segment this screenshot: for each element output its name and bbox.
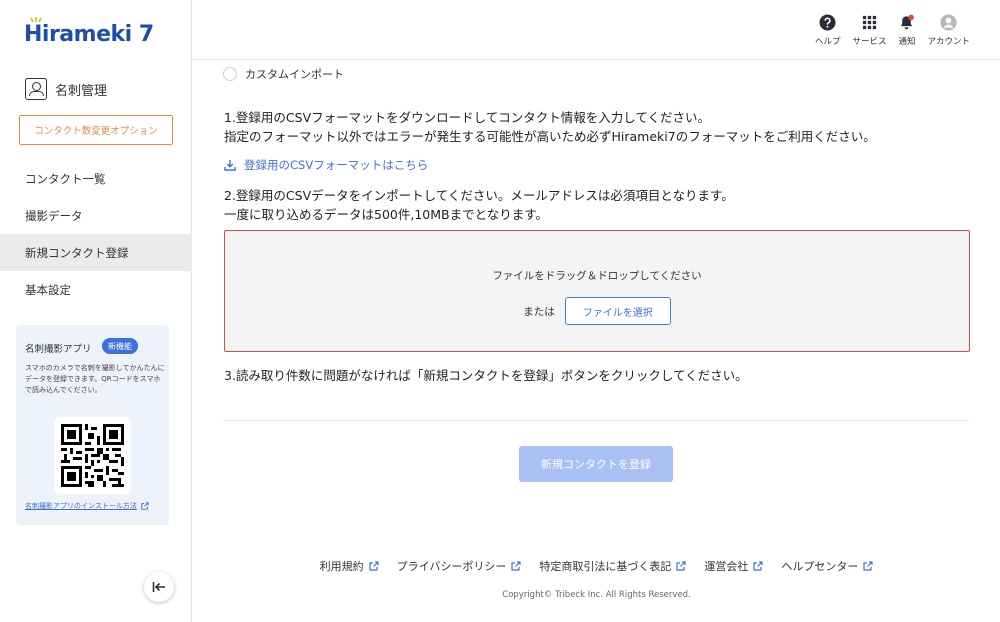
promo-title: 名刺撮影アプリ xyxy=(25,344,92,355)
app-promo-card: 名刺撮影アプリ 新機能 スマホのカメラで名刺を撮影してかんたんにデータを登録でき… xyxy=(16,325,169,525)
app: Hirameki 7 名刺管理 コンタクト数変更オプション コンタクト一覧 撮影… xyxy=(0,0,1000,622)
footer-link-help-center-label: ヘルプセンター xyxy=(781,560,859,573)
external-link-icon xyxy=(511,561,521,571)
csv-format-download-label: 登録用のCSVフォーマットはこちら xyxy=(244,158,429,172)
step2-instruction: 2.登録用のCSVデータをインポートしてください。メールアドレスは必須項目となり… xyxy=(224,188,734,203)
collapse-left-icon xyxy=(152,582,165,592)
external-link-icon xyxy=(863,561,873,571)
divider xyxy=(223,420,969,421)
footer-links: 利用規約 プライバシーポリシー 特定商取引法に基づく表記 運営会社 ヘルプセンタ… xyxy=(193,558,1000,574)
step2-note: 一度に取り込めるデータは500件,10MBまでとなります。 xyxy=(224,207,548,222)
select-file-button[interactable]: ファイルを選択 xyxy=(564,297,671,325)
module-label: 名刺管理 xyxy=(55,83,108,99)
promo-install-link[interactable]: 名刺撮影アプリのインストール方法 xyxy=(25,501,149,511)
sidebar-item-scan-data[interactable]: 撮影データ xyxy=(0,197,192,234)
sidebar: Hirameki 7 名刺管理 コンタクト数変更オプション コンタクト一覧 撮影… xyxy=(0,0,192,622)
custom-import-label: カスタムインポート xyxy=(245,68,344,81)
external-link-icon xyxy=(141,502,149,510)
footer-link-commerce-law[interactable]: 特定商取引法に基づく表記 xyxy=(539,558,686,574)
custom-import-option[interactable]: カスタムインポート xyxy=(223,66,344,82)
external-link-icon xyxy=(676,561,686,571)
account-icon xyxy=(940,14,957,31)
contact-option-button[interactable]: コンタクト数変更オプション xyxy=(19,115,173,145)
footer-link-privacy-label: プライバシーポリシー xyxy=(396,560,507,573)
footer-link-company[interactable]: 運営会社 xyxy=(704,558,763,574)
help-icon xyxy=(819,14,836,31)
sidebar-nav: コンタクト一覧 撮影データ 新規コンタクト登録 基本設定 xyxy=(0,160,192,308)
register-contact-button[interactable]: 新規コンタクトを登録 xyxy=(519,446,673,482)
services-label: サービス xyxy=(852,37,887,47)
brand-logo[interactable]: Hirameki 7 xyxy=(24,17,154,47)
module-header: 名刺管理 xyxy=(25,78,107,100)
step1-instruction: 1.登録用のCSVフォーマットをダウンロードしてコンタクト情報を入力してください… xyxy=(224,110,711,125)
dropzone-text: ファイルをドラッグ＆ドロップしてください xyxy=(492,270,702,282)
services-button[interactable]: サービス xyxy=(852,14,886,47)
brand-name: Hirameki 7 xyxy=(24,22,154,47)
promo-description: スマホのカメラで名刺を撮影してかんたんにデータを登録できます。QRコードをスマホ… xyxy=(25,364,165,394)
logo-sparkle-icon xyxy=(30,17,42,23)
top-bar: ヘルプ サービス 通知 アカウント xyxy=(193,0,1000,60)
account-button[interactable]: アカウント xyxy=(927,14,970,47)
step1-note: 指定のフォーマット以外ではエラーが発生する可能性が高いため必ずHirameki7… xyxy=(224,129,876,144)
step3-instruction: 3.読み取り件数に問題がなければ「新規コンタクトを登録」ボタンをクリックしてくだ… xyxy=(224,368,748,383)
footer-link-commerce-law-label: 特定商取引法に基づく表記 xyxy=(539,560,672,573)
qr-code-icon xyxy=(61,424,124,487)
business-card-icon xyxy=(25,78,47,100)
grid-icon xyxy=(862,15,877,30)
custom-import-radio[interactable] xyxy=(223,67,237,81)
external-link-icon xyxy=(753,561,763,571)
download-icon xyxy=(224,160,236,171)
qr-code xyxy=(54,417,131,494)
or-text: または xyxy=(523,305,555,318)
copyright: Copyright© Tribeck Inc. All Rights Reser… xyxy=(502,590,691,600)
footer-link-company-label: 運営会社 xyxy=(704,560,749,573)
collapse-sidebar-button[interactable] xyxy=(144,572,174,602)
dropzone-actions: または ファイルを選択 xyxy=(225,297,969,325)
bell-icon xyxy=(901,14,915,30)
sidebar-item-contact-list[interactable]: コンタクト一覧 xyxy=(0,160,192,197)
promo-install-link-label: 名刺撮影アプリのインストール方法 xyxy=(25,502,137,510)
sidebar-item-settings[interactable]: 基本設定 xyxy=(0,271,192,308)
notifications-label: 通知 xyxy=(898,37,916,47)
footer-link-help-center[interactable]: ヘルプセンター xyxy=(781,558,873,574)
file-dropzone[interactable]: ファイルをドラッグ＆ドロップしてください または ファイルを選択 xyxy=(224,230,970,352)
help-button[interactable]: ヘルプ xyxy=(814,14,841,47)
header-actions: ヘルプ サービス 通知 アカウント xyxy=(803,14,970,47)
csv-format-download-link[interactable]: 登録用のCSVフォーマットはこちら xyxy=(224,157,428,173)
account-label: アカウント xyxy=(927,37,970,47)
external-link-icon xyxy=(369,561,379,571)
footer-link-terms-label: 利用規約 xyxy=(319,560,364,573)
sidebar-item-new-contact[interactable]: 新規コンタクト登録 xyxy=(0,234,192,271)
new-feature-badge: 新機能 xyxy=(102,338,138,354)
notifications-button[interactable]: 通知 xyxy=(898,14,915,47)
footer-link-terms[interactable]: 利用規約 xyxy=(320,558,379,574)
help-label: ヘルプ xyxy=(814,37,841,47)
main-content: カスタムインポート 1.登録用のCSVフォーマットをダウンロードしてコンタクト情… xyxy=(193,60,1000,622)
footer-link-privacy[interactable]: プライバシーポリシー xyxy=(397,558,522,574)
